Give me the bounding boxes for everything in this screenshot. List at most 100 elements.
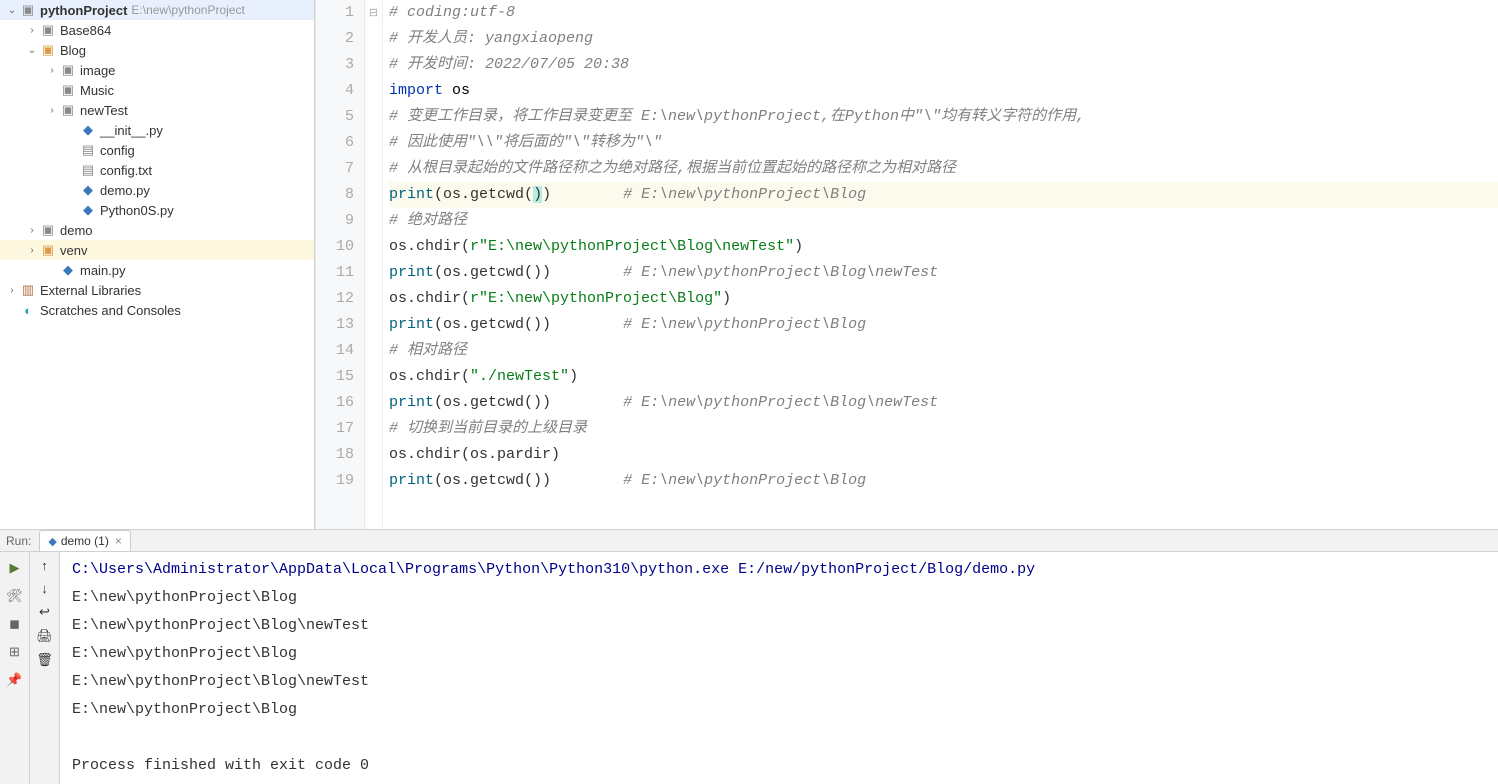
tree-item-label: newTest — [80, 103, 128, 118]
tree-item-blog[interactable]: ⌄▣Blog — [0, 40, 314, 60]
line-gutter: 12345678910111213141516171819 — [316, 0, 365, 529]
tree-item-image[interactable]: ›▣image — [0, 60, 314, 80]
fold-gutter[interactable]: ⊟ — [365, 0, 383, 529]
tree-item-label: __init__.py — [100, 123, 163, 138]
tree-item-label: Blog — [60, 43, 86, 58]
code-line[interactable]: # 开发时间: 2022/07/05 20:38 — [389, 52, 1498, 78]
fold-marker — [365, 260, 382, 286]
tree-item-initpy[interactable]: ◆__init__.py — [0, 120, 314, 140]
code-line[interactable]: os.chdir(r"E:\new\pythonProject\Blog") — [389, 286, 1498, 312]
print-icon[interactable]: 🖨 — [36, 628, 53, 644]
tree-item-music[interactable]: ▣ Music — [0, 80, 314, 100]
tree-item-configtxt[interactable]: ▤config.txt — [0, 160, 314, 180]
project-name: pythonProject — [40, 3, 127, 18]
code-line[interactable]: print(os.getcwd()) # E:\new\pythonProjec… — [389, 260, 1498, 286]
chevron-none — [64, 122, 80, 138]
code-line[interactable]: # 切换到当前目录的上级目录 — [389, 416, 1498, 442]
fold-marker — [365, 26, 382, 52]
run-tab[interactable]: ◆ demo (1) × — [39, 530, 131, 551]
tree-item-config[interactable]: ▤config — [0, 140, 314, 160]
chevron-right-icon: › — [44, 62, 60, 78]
scratches-consoles[interactable]: ◐ Scratches and Consoles — [0, 300, 314, 320]
code-line[interactable]: print(os.getcwd()) # E:\new\pythonProjec… — [389, 182, 1498, 208]
chevron-none — [64, 162, 80, 178]
code-line[interactable]: print(os.getcwd()) # E:\new\pythonProjec… — [389, 390, 1498, 416]
code-line[interactable]: # 因此使用"\\"将后面的"\"转移为"\" — [389, 130, 1498, 156]
line-number: 4 — [336, 78, 354, 104]
library-icon: ▥ — [20, 282, 36, 298]
fold-marker — [365, 182, 382, 208]
fold-marker — [365, 104, 382, 130]
external-libraries[interactable]: › ▥ External Libraries — [0, 280, 314, 300]
code-line[interactable]: # 相对路径 — [389, 338, 1498, 364]
code-line[interactable]: # coding:utf-8 — [389, 0, 1498, 26]
code-editor[interactable]: 12345678910111213141516171819 ⊟ # coding… — [315, 0, 1498, 529]
tree-item-label: Base864 — [60, 23, 111, 38]
line-number: 1 — [336, 0, 354, 26]
tree-item-label: Music — [80, 83, 114, 98]
wrench-icon[interactable]: 🛠 — [5, 586, 25, 606]
console-line — [72, 724, 1486, 752]
fold-marker[interactable]: ⊟ — [365, 0, 382, 26]
tree-item-label: config.txt — [100, 163, 152, 178]
code-line[interactable]: # 变更工作目录，将工作目录变更至 E:\new\pythonProject,在… — [389, 104, 1498, 130]
tree-item-label: config — [100, 143, 135, 158]
pin-icon[interactable]: 📌 — [5, 670, 25, 690]
project-sidebar[interactable]: ⌄ ▣ pythonProject E:\new\pythonProject ›… — [0, 0, 315, 529]
fold-marker — [365, 390, 382, 416]
up-icon[interactable]: ↑ — [41, 558, 48, 573]
python-file-icon: ◆ — [80, 182, 96, 198]
folder-icon: ▣ — [60, 62, 76, 78]
close-icon[interactable]: × — [115, 534, 122, 548]
code-line[interactable]: os.chdir(os.pardir) — [389, 442, 1498, 468]
console-line: E:\new\pythonProject\Blog — [72, 696, 1486, 724]
run-label: Run: — [6, 534, 31, 548]
project-path: E:\new\pythonProject — [131, 3, 244, 17]
folder-icon: ▣ — [60, 82, 76, 98]
console-line: E:\new\pythonProject\Blog — [72, 584, 1486, 612]
project-root[interactable]: ⌄ ▣ pythonProject E:\new\pythonProject — [0, 0, 314, 20]
code-line[interactable]: os.chdir("./newTest") — [389, 364, 1498, 390]
code-line[interactable]: import os — [389, 78, 1498, 104]
tree-item-mainpy[interactable]: ◆main.py — [0, 260, 314, 280]
console-line: Process finished with exit code 0 — [72, 752, 1486, 780]
tree-item-label: Python0S.py — [100, 203, 174, 218]
code-line[interactable]: # 开发人员: yangxiaopeng — [389, 26, 1498, 52]
chevron-none — [64, 202, 80, 218]
python-file-icon: ◆ — [60, 262, 76, 278]
code-content[interactable]: # coding:utf-8# 开发人员: yangxiaopeng# 开发时间… — [383, 0, 1498, 529]
folder-icon: ▣ — [40, 242, 56, 258]
stop-icon[interactable]: ◼ — [5, 614, 25, 634]
tree-item-demopy[interactable]: ◆demo.py — [0, 180, 314, 200]
code-line[interactable]: os.chdir(r"E:\new\pythonProject\Blog\new… — [389, 234, 1498, 260]
folder-icon: ▣ — [40, 22, 56, 38]
code-line[interactable]: print(os.getcwd()) # E:\new\pythonProjec… — [389, 468, 1498, 494]
code-line[interactable]: # 绝对路径 — [389, 208, 1498, 234]
rerun-icon[interactable]: ▶ — [5, 558, 25, 578]
run-toolbar-left: ▶ 🛠 ◼ ⊞ 📌 — [0, 552, 30, 784]
tree-item-newtest[interactable]: ›▣newTest — [0, 100, 314, 120]
chevron-none — [44, 82, 60, 98]
down-icon[interactable]: ↓ — [41, 581, 48, 596]
fold-marker — [365, 130, 382, 156]
fold-marker — [365, 312, 382, 338]
tree-item-base864[interactable]: ›▣Base864 — [0, 20, 314, 40]
fold-marker — [365, 416, 382, 442]
tree-item-venv[interactable]: ›▣venv — [0, 240, 314, 260]
code-line[interactable]: print(os.getcwd()) # E:\new\pythonProjec… — [389, 312, 1498, 338]
chevron-right-icon: › — [44, 102, 60, 118]
trash-icon[interactable]: 🗑 — [36, 652, 53, 668]
run-panel: Run: ◆ demo (1) × ▶ 🛠 ◼ ⊞ 📌 ↑ ↓ ↩ 🖨 🗑 — [0, 529, 1498, 777]
scratches-icon: ◐ — [20, 302, 36, 318]
soft-wrap-icon[interactable]: ↩ — [39, 604, 50, 620]
line-number: 19 — [336, 468, 354, 494]
chevron-right-icon: › — [4, 282, 20, 298]
console-output[interactable]: C:\Users\Administrator\AppData\Local\Pro… — [60, 552, 1498, 784]
fold-marker — [365, 78, 382, 104]
layout-icon[interactable]: ⊞ — [5, 642, 25, 662]
line-number: 13 — [336, 312, 354, 338]
external-libraries-label: External Libraries — [40, 283, 141, 298]
tree-item-python0spy[interactable]: ◆Python0S.py — [0, 200, 314, 220]
tree-item-demo[interactable]: ›▣demo — [0, 220, 314, 240]
code-line[interactable]: # 从根目录起始的文件路径称之为绝对路径,根据当前位置起始的路径称之为相对路径 — [389, 156, 1498, 182]
